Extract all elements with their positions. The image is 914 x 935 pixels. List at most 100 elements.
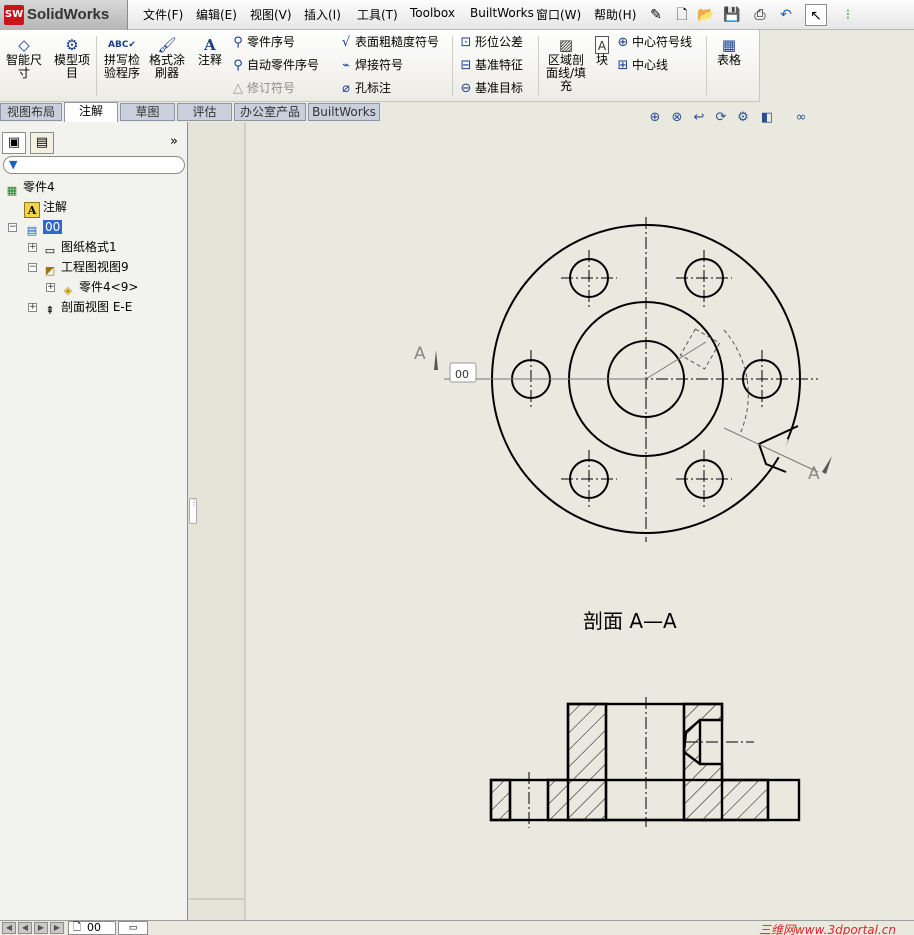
- balloon-button[interactable]: ⚲ 零件序号: [229, 32, 295, 52]
- balloon-label: 零件序号: [247, 35, 296, 49]
- tree-part-reference[interactable]: ◈ 零件4<9>: [60, 278, 139, 297]
- previous-sheet-icon[interactable]: ◀: [18, 922, 32, 934]
- smart-dimension-label: 智能尺寸: [5, 53, 42, 80]
- center-mark-button[interactable]: ⊕ 中心符号线: [614, 32, 692, 52]
- datum-target-icon: ⊖: [460, 81, 472, 96]
- note-label: 注释: [197, 53, 222, 67]
- tab-annotation[interactable]: 注解: [64, 102, 118, 122]
- notch-gap: [743, 425, 789, 459]
- expand-sheet-format-toggle[interactable]: +: [28, 243, 37, 252]
- tab-evaluate[interactable]: 评估: [177, 103, 232, 121]
- command-manager-ribbon: ◇ 智能尺寸 ⚙ 模型项目 ABC✔ 拼写检 验程序 🖌 格式涂 刷器 A 注释 ⚲…: [0, 30, 760, 102]
- tree-sheet-format-label: 图纸格式1: [61, 240, 117, 254]
- ribbon-separator: [538, 36, 539, 96]
- menu-tools[interactable]: 工具(T): [357, 6, 398, 23]
- tab-view-layout[interactable]: 视图布局: [0, 103, 62, 121]
- expand-sheet-toggle[interactable]: −: [8, 223, 17, 232]
- expand-part-toggle[interactable]: +: [46, 283, 55, 292]
- menu-insert[interactable]: 插入(I): [304, 6, 341, 23]
- format-painter-icon: 🖌: [157, 36, 177, 54]
- auto-balloon-icon: ⚲: [233, 58, 243, 73]
- surface-finish-button[interactable]: √ 表面粗糙度符号: [337, 32, 439, 52]
- splitter-grip[interactable]: ⋮: [189, 498, 198, 524]
- table-button[interactable]: ▦ 表格: [711, 36, 747, 67]
- tab-builtworks[interactable]: BuiltWorks: [308, 103, 380, 121]
- tree-root[interactable]: ▦ 零件4: [4, 178, 55, 197]
- surface-finish-icon: √: [341, 35, 351, 50]
- engineering-drawing: A A 00 剖面 A—A: [414, 217, 832, 828]
- next-sheet-icon[interactable]: ▶: [34, 922, 48, 934]
- select-arrow-icon[interactable]: ↖: [805, 4, 827, 26]
- weld-symbol-icon: ⌁: [342, 58, 350, 73]
- block-label: 块: [595, 53, 608, 67]
- revision-symbol-button[interactable]: △ 修订符号: [229, 78, 295, 98]
- block-button[interactable]: A 块: [592, 36, 612, 67]
- menu-builtworks[interactable]: BuiltWorks: [470, 6, 534, 20]
- expand-drawing-view-toggle[interactable]: −: [28, 263, 37, 272]
- flange-left-section: [489, 778, 512, 822]
- drawing-view-icon: ◩: [44, 264, 56, 277]
- datum-target-button[interactable]: ⊖ 基准目标: [457, 78, 523, 98]
- tree-sheet-label: 00: [43, 220, 63, 234]
- tree-filter-input[interactable]: ▼: [3, 156, 185, 174]
- title-menu-bar: SW SolidWorks 文件(F) 编辑(E) 视图(V) 插入(I) 工具…: [0, 0, 914, 30]
- sheet-tab-label: 00: [87, 921, 101, 934]
- property-manager-tab-icon[interactable]: ▤: [30, 132, 54, 154]
- menu-edit[interactable]: 编辑(E): [196, 6, 237, 23]
- save-icon[interactable]: 💾: [721, 4, 743, 26]
- menu-window[interactable]: 窗口(W): [536, 6, 581, 23]
- tree-sheet-format[interactable]: ▭ 图纸格式1: [42, 238, 117, 257]
- area-hatch-button[interactable]: ▨ 区域剖 面线/填充: [543, 36, 589, 93]
- menu-view[interactable]: 视图(V): [250, 6, 292, 23]
- undo-icon[interactable]: ↶: [775, 4, 797, 26]
- hole-callout-icon: ⌀: [342, 81, 350, 96]
- last-sheet-icon[interactable]: ▶: [50, 922, 64, 934]
- solidworks-logo-icon: SW: [4, 5, 24, 25]
- format-painter-button[interactable]: 🖌 格式涂 刷器: [147, 36, 187, 80]
- traffic-light-icon[interactable]: ⁝: [837, 4, 859, 26]
- feature-tree-tab-icon[interactable]: ▣: [2, 132, 26, 154]
- smart-dimension-button[interactable]: ◇ 智能尺寸: [3, 36, 45, 80]
- revision-symbol-icon: △: [233, 81, 243, 96]
- note-button[interactable]: A 注释: [193, 36, 227, 67]
- model-items-button[interactable]: ⚙ 模型项目: [50, 36, 94, 80]
- tab-sketch[interactable]: 草图: [120, 103, 175, 121]
- menu-toolbox[interactable]: Toolbox: [410, 6, 455, 20]
- spell-checker-button[interactable]: ABC✔ 拼写检 验程序: [99, 36, 145, 80]
- expand-panel-icon[interactable]: »: [162, 132, 186, 154]
- format-painter-label: 格式涂 刷器: [148, 53, 185, 80]
- sheet-tab[interactable]: 🗋 00: [68, 921, 116, 935]
- tree-drawing-view[interactable]: ◩ 工程图视图9: [42, 258, 129, 277]
- datum-feature-label: 基准特征: [475, 58, 524, 72]
- auto-balloon-button[interactable]: ⚲ 自动零件序号: [229, 55, 319, 75]
- weld-symbol-button[interactable]: ⌁ 焊接符号: [337, 55, 403, 75]
- keyway-hidden: [679, 328, 721, 370]
- tree-section-view-label: 剖面视图 E-E: [61, 300, 133, 314]
- add-sheet-icon[interactable]: ▭: [118, 921, 148, 935]
- tree-root-label: 零件4: [23, 180, 55, 194]
- open-folder-icon[interactable]: 📂: [695, 4, 717, 26]
- center-mark-icon: ⊕: [617, 35, 629, 50]
- pin-icon[interactable]: ✎: [645, 4, 667, 26]
- tree-annotations[interactable]: A 注解: [24, 198, 67, 218]
- datum-feature-button[interactable]: ⊟ 基准特征: [457, 55, 523, 75]
- annotations-icon: A: [24, 202, 40, 218]
- hole-callout-button[interactable]: ⌀ 孔标注: [337, 78, 391, 98]
- geometric-tolerance-button[interactable]: ⊡ 形位公差: [457, 32, 523, 52]
- first-sheet-icon[interactable]: ◀: [2, 922, 16, 934]
- tree-sheet[interactable]: ▤ 00: [24, 218, 63, 237]
- menu-file[interactable]: 文件(F): [143, 6, 183, 23]
- centerline-button[interactable]: ⊞ 中心线: [614, 55, 668, 75]
- ribbon-separator: [706, 36, 707, 96]
- feature-manager-panel: ▣ ▤ » ▼ ▦ 零件4 A 注解 − ▤ 00 + ▭ 图纸格式1 − ◩ 工程图视图…: [0, 122, 188, 920]
- tab-office-products[interactable]: 办公室产品: [234, 103, 306, 121]
- solidworks-logo[interactable]: SW SolidWorks: [0, 0, 128, 30]
- tree-section-view[interactable]: ⇞ 剖面视图 E-E: [42, 298, 133, 317]
- note-a-icon: A: [204, 36, 216, 54]
- expand-section-view-toggle[interactable]: +: [28, 303, 37, 312]
- menu-help[interactable]: 帮助(H): [594, 6, 636, 23]
- drawing-document-icon: ▦: [6, 184, 18, 197]
- new-document-icon[interactable]: 🗋: [671, 4, 693, 26]
- print-icon[interactable]: ⎙: [749, 4, 771, 26]
- sheet-tab-icon: 🗋: [73, 922, 82, 933]
